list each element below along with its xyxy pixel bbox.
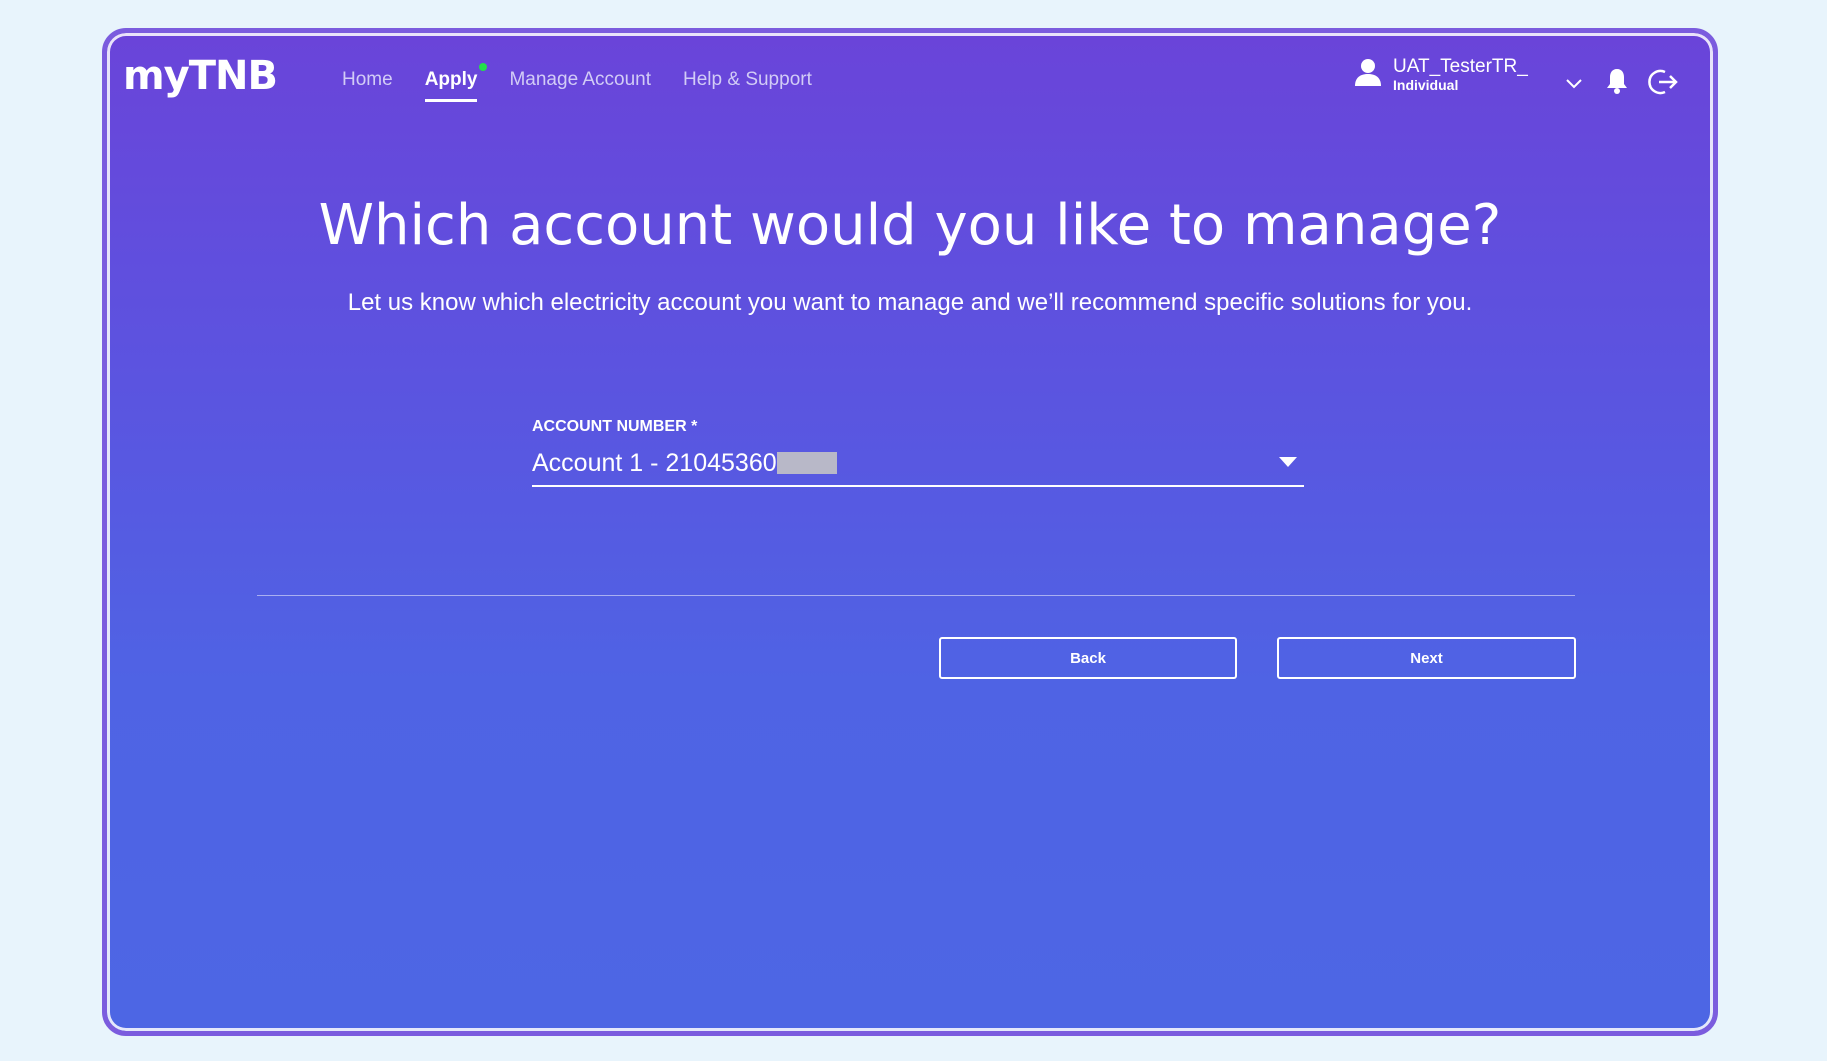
user-name: UAT_TesterTR_	[1393, 56, 1528, 77]
user-info: UAT_TesterTR_ Individual	[1393, 56, 1528, 93]
nav-home[interactable]: Home	[342, 69, 393, 102]
redacted-digits-block	[776, 452, 837, 474]
top-navigation-bar: myTNB Home Apply Manage Account Help & S…	[107, 33, 1713, 133]
account-number-label: ACCOUNT NUMBER *	[532, 418, 698, 435]
logout-icon[interactable]	[1645, 67, 1679, 101]
user-profile-menu[interactable]: UAT_TesterTR_ Individual	[1353, 56, 1528, 93]
page-title: Which account would you like to manage?	[318, 193, 1502, 258]
mytnb-logo[interactable]: myTNB	[123, 53, 278, 99]
account-number-text: Account 1 - 21045360	[532, 449, 777, 477]
nav-apply-label: Apply	[424, 69, 478, 90]
user-icon	[1353, 57, 1383, 87]
page-subtitle: Let us know which electricity account yo…	[347, 289, 1473, 316]
nav-help-support[interactable]: Help & Support	[683, 69, 812, 102]
caret-down-icon	[1278, 453, 1298, 472]
main-nav: Home Apply Manage Account Help & Support	[342, 63, 812, 102]
nav-manage-account[interactable]: Manage Account	[509, 69, 651, 102]
account-number-select[interactable]: Account 1 - 21045360	[532, 441, 1304, 487]
new-indicator-dot	[479, 63, 488, 71]
chevron-down-icon[interactable]	[1565, 75, 1583, 94]
account-number-value: Account 1 - 21045360	[532, 449, 837, 478]
next-button[interactable]: Next	[1277, 637, 1576, 679]
back-button[interactable]: Back	[939, 637, 1237, 679]
nav-apply[interactable]: Apply	[424, 63, 488, 102]
bell-icon[interactable]	[1605, 67, 1629, 99]
section-divider	[257, 595, 1575, 596]
user-account-type: Individual	[1393, 76, 1459, 93]
app-frame: myTNB Home Apply Manage Account Help & S…	[102, 28, 1718, 1036]
